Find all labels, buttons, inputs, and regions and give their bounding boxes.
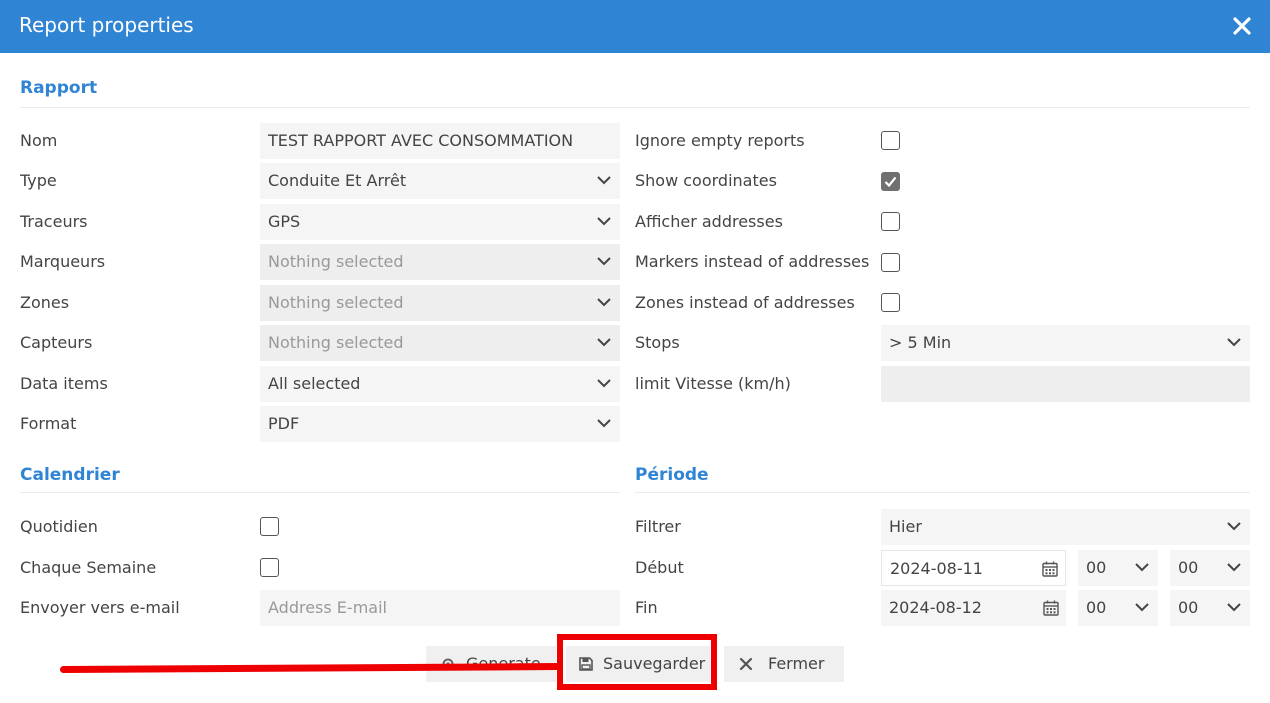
chevron-down-icon bbox=[1227, 338, 1241, 347]
traceurs-value: GPS bbox=[268, 212, 301, 231]
chevron-down-icon bbox=[597, 298, 611, 307]
chevron-down-icon bbox=[1135, 563, 1149, 572]
fin-hour-select[interactable]: 00 bbox=[1078, 590, 1158, 626]
zones-instead-checkbox[interactable] bbox=[881, 293, 900, 312]
floppy-disk-icon bbox=[579, 657, 593, 671]
chevron-down-icon bbox=[597, 257, 611, 266]
marqueurs-value: Nothing selected bbox=[268, 252, 404, 271]
fin-date-value: 2024-08-12 bbox=[889, 598, 982, 617]
nom-value: TEST RAPPORT AVEC CONSOMMATION bbox=[268, 131, 574, 150]
format-value: PDF bbox=[268, 414, 300, 433]
label-zones: Zones bbox=[20, 293, 70, 312]
quotidien-checkbox[interactable] bbox=[260, 517, 279, 536]
label-marqueurs: Marqueurs bbox=[20, 252, 106, 271]
ignore-empty-checkbox[interactable] bbox=[881, 131, 900, 150]
type-select[interactable]: Conduite Et Arrêt bbox=[260, 163, 620, 199]
generate-label: Generate bbox=[466, 654, 541, 673]
gear-icon bbox=[442, 658, 454, 670]
save-label: Sauvegarder bbox=[603, 654, 706, 673]
section-title-rapport: Rapport bbox=[20, 78, 98, 98]
format-select[interactable]: PDF bbox=[260, 406, 620, 442]
label-stops: Stops bbox=[635, 333, 680, 352]
email-placeholder: Address E-mail bbox=[268, 598, 387, 617]
calendar-icon[interactable] bbox=[1041, 560, 1059, 578]
chevron-down-icon bbox=[597, 419, 611, 428]
debut-hour-select[interactable]: 00 bbox=[1078, 550, 1158, 586]
markers-instead-checkbox[interactable] bbox=[881, 253, 900, 272]
capteurs-select[interactable]: Nothing selected bbox=[260, 325, 620, 361]
label-debut: Début bbox=[635, 558, 684, 577]
section-divider bbox=[635, 492, 1250, 493]
close-icon[interactable] bbox=[1228, 12, 1256, 40]
label-zones-instead: Zones instead of addresses bbox=[635, 293, 855, 312]
save-button[interactable]: Sauvegarder bbox=[566, 646, 710, 682]
chevron-down-icon bbox=[1135, 603, 1149, 612]
chevron-down-icon bbox=[1227, 563, 1241, 572]
section-title-periode: Période bbox=[635, 465, 709, 485]
debut-hour-value: 00 bbox=[1086, 558, 1107, 577]
nom-input[interactable]: TEST RAPPORT AVEC CONSOMMATION bbox=[260, 123, 620, 159]
label-chaque-semaine: Chaque Semaine bbox=[20, 558, 157, 577]
label-format: Format bbox=[20, 414, 77, 433]
label-traceurs: Traceurs bbox=[20, 212, 88, 231]
chevron-down-icon bbox=[597, 176, 611, 185]
chevron-down-icon bbox=[1227, 522, 1241, 531]
calendar-icon[interactable] bbox=[1042, 599, 1060, 617]
email-input[interactable]: Address E-mail bbox=[260, 590, 620, 626]
chevron-down-icon bbox=[597, 217, 611, 226]
label-markers-instead: Markers instead of addresses bbox=[635, 252, 870, 271]
filtrer-value: Hier bbox=[889, 517, 922, 536]
chaque-semaine-checkbox[interactable] bbox=[260, 558, 279, 577]
afficher-addresses-checkbox[interactable] bbox=[881, 212, 900, 231]
generate-button[interactable]: Generate bbox=[426, 646, 556, 682]
filtrer-select[interactable]: Hier bbox=[881, 509, 1250, 545]
debut-minute-value: 00 bbox=[1178, 558, 1199, 577]
label-filtrer: Filtrer bbox=[635, 517, 681, 536]
type-value: Conduite Et Arrêt bbox=[268, 171, 407, 190]
section-divider bbox=[20, 492, 620, 493]
debut-date-value: 2024-08-11 bbox=[890, 559, 983, 578]
debut-minute-select[interactable]: 00 bbox=[1170, 550, 1250, 586]
dialog-title: Report properties bbox=[19, 13, 194, 37]
label-envoyer-email: Envoyer vers e-mail bbox=[20, 598, 180, 617]
fin-minute-select[interactable]: 00 bbox=[1170, 590, 1250, 626]
fin-date-input[interactable]: 2024-08-12 bbox=[881, 590, 1066, 626]
label-show-coordinates: Show coordinates bbox=[635, 171, 777, 190]
label-type: Type bbox=[20, 171, 57, 190]
capteurs-value: Nothing selected bbox=[268, 333, 404, 352]
checkmark-icon bbox=[884, 176, 897, 188]
label-nom: Nom bbox=[20, 131, 58, 150]
label-ignore-empty: Ignore empty reports bbox=[635, 131, 805, 150]
stops-value: > 5 Min bbox=[889, 333, 952, 352]
label-capteurs: Capteurs bbox=[20, 333, 93, 352]
fin-minute-value: 00 bbox=[1178, 598, 1199, 617]
chevron-down-icon bbox=[597, 379, 611, 388]
traceurs-select[interactable]: GPS bbox=[260, 204, 620, 240]
label-fin: Fin bbox=[635, 598, 658, 617]
data-items-select[interactable]: All selected bbox=[260, 366, 620, 402]
zones-select[interactable]: Nothing selected bbox=[260, 285, 620, 321]
limit-vitesse-input[interactable] bbox=[881, 366, 1250, 402]
section-divider bbox=[20, 107, 1250, 108]
close-label: Fermer bbox=[768, 654, 825, 673]
dialog-header: Report properties bbox=[0, 0, 1270, 53]
stops-select[interactable]: > 5 Min bbox=[881, 325, 1250, 361]
label-limit-vitesse: limit Vitesse (km/h) bbox=[635, 374, 791, 393]
close-button[interactable]: Fermer bbox=[724, 646, 844, 682]
marqueurs-select[interactable]: Nothing selected bbox=[260, 244, 620, 280]
debut-date-input[interactable]: 2024-08-11 bbox=[881, 550, 1066, 586]
fin-hour-value: 00 bbox=[1086, 598, 1107, 617]
show-coordinates-checkbox[interactable] bbox=[881, 172, 900, 191]
data-items-value: All selected bbox=[268, 374, 361, 393]
close-icon bbox=[739, 657, 753, 671]
section-title-calendrier: Calendrier bbox=[20, 465, 120, 485]
chevron-down-icon bbox=[1227, 603, 1241, 612]
chevron-down-icon bbox=[597, 338, 611, 347]
label-afficher-addresses: Afficher addresses bbox=[635, 212, 783, 231]
label-quotidien: Quotidien bbox=[20, 517, 98, 536]
zones-value: Nothing selected bbox=[268, 293, 404, 312]
label-data-items: Data items bbox=[20, 374, 108, 393]
